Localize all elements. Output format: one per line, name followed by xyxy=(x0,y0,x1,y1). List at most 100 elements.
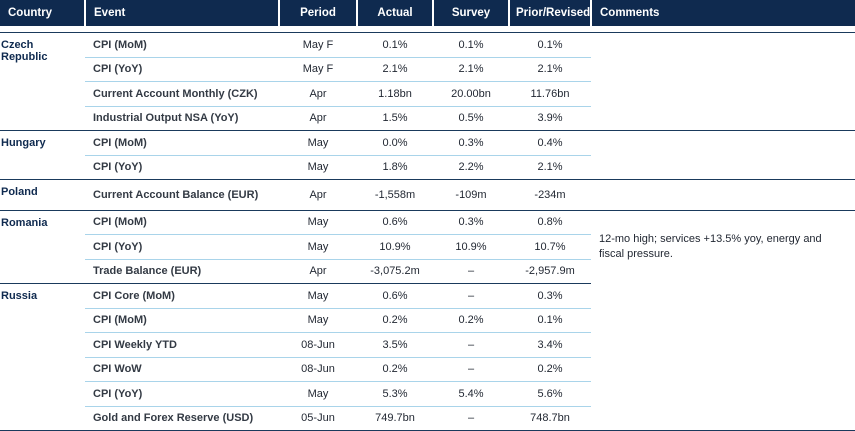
economic-calendar-table: Country Event Period Actual Survey Prior… xyxy=(0,0,855,431)
comment-cell xyxy=(591,82,855,107)
event-cell: Industrial Output NSA (YoY) xyxy=(85,106,279,131)
actual-cell: 1.18bn xyxy=(357,81,433,107)
comment-cell xyxy=(591,33,855,58)
header-row: Country Event Period Actual Survey Prior… xyxy=(0,0,855,26)
comment-cell: 12-mo high; services +13.5% yoy, energy … xyxy=(599,233,822,260)
event-cell: Trade Balance (EUR) xyxy=(85,259,279,284)
survey-cell: 10.9% xyxy=(433,234,509,260)
comment-cell xyxy=(591,106,855,131)
period-cell: May xyxy=(279,210,357,235)
header-country: Country xyxy=(0,0,86,26)
survey-cell: – xyxy=(433,283,509,309)
table-row: Russia CPI Core (MoM) May 0.6% –0.3% xyxy=(0,283,855,431)
table-row: Poland Current Account Balance (EUR) Apr -1… xyxy=(0,179,855,211)
table-row: Gold and Forex Reserve (USD) 05-Jun 749.7b… xyxy=(0,406,855,431)
actual-cell: 3.5% xyxy=(357,332,433,358)
header-survey: Survey xyxy=(433,0,510,26)
actual-cell: -3,075.2m xyxy=(357,259,433,284)
prior-revised-cell: 2.1% xyxy=(509,57,591,82)
event-cell: CPI (YoY) xyxy=(85,57,279,82)
actual-cell: 10.9% xyxy=(357,234,433,260)
period-cell: May xyxy=(279,283,357,309)
country-cell: Hungary xyxy=(0,130,85,180)
prior-revised-cell: -234m xyxy=(509,179,591,211)
prior-revised-cell: 5.6% xyxy=(509,381,591,407)
comment-cell xyxy=(591,284,855,309)
event-cell: CPI (MoM) xyxy=(85,210,279,235)
survey-cell: – xyxy=(433,357,509,382)
period-cell: 08-Jun xyxy=(279,357,357,382)
survey-cell: 0.3% xyxy=(433,210,509,235)
period-cell: May xyxy=(279,308,357,333)
event-cell: Gold and Forex Reserve (USD) xyxy=(85,406,279,431)
survey-cell: – xyxy=(433,406,509,431)
table-body: Czech Republic CPI (MoM) May F 0.1% 0.1% 0.1%… xyxy=(0,26,855,431)
actual-cell: 2.1% xyxy=(357,57,433,82)
event-cell: CPI (YoY) xyxy=(85,381,279,407)
survey-cell: – xyxy=(433,259,509,284)
event-cell: CPI (YoY) xyxy=(85,155,279,180)
actual-cell: 749.7bn xyxy=(357,406,433,431)
prior-revised-cell: 0.3% xyxy=(509,283,591,309)
prior-revised-cell: 0.1% xyxy=(509,308,591,333)
table-row: CPI (YoY) May F 2.1% 2.1% 2.1% xyxy=(0,57,855,82)
event-cell: CPI (MoM) xyxy=(85,308,279,333)
survey-cell: 0.2% xyxy=(433,308,509,333)
comment-cell xyxy=(591,131,855,156)
prior-revised-cell: 2.1% xyxy=(509,155,591,180)
table-row: Czech Republic CPI (MoM) May F 0.1% 0.1% 0.1% xyxy=(0,32,855,131)
prior-revised-cell: 748.7bn xyxy=(509,406,591,431)
period-cell: May xyxy=(279,381,357,407)
table-row: Hungary CPI (MoM) May 0.0% 0.3% 0.4% xyxy=(0,130,855,180)
comment-cell xyxy=(591,406,855,431)
country-cell: Russia xyxy=(0,283,85,431)
table-row: Industrial Output NSA (YoY) Apr 1.5% 0.5% 3.… xyxy=(0,106,855,131)
actual-cell: 0.2% xyxy=(357,308,433,333)
survey-cell: – xyxy=(433,332,509,358)
header-period: Period xyxy=(279,0,358,26)
period-cell: Apr xyxy=(279,81,357,107)
survey-cell: -109m xyxy=(433,179,509,211)
survey-cell: 0.1% xyxy=(433,32,509,58)
table-row: CPI Weekly YTD 08-Jun 3.5% –3.4% xyxy=(0,332,855,358)
event-cell: CPI Weekly YTD xyxy=(85,332,279,358)
header-event: Event xyxy=(85,0,280,26)
period-cell: May xyxy=(279,234,357,260)
prior-revised-cell: 0.2% xyxy=(509,357,591,382)
table-row: Current Account Monthly (CZK) Apr 1.18bn 20… xyxy=(0,81,855,107)
event-cell: CPI WoW xyxy=(85,357,279,382)
actual-cell: 1.5% xyxy=(357,106,433,131)
survey-cell: 5.4% xyxy=(433,381,509,407)
prior-revised-cell: 0.8% xyxy=(509,210,591,235)
event-cell: CPI (YoY) xyxy=(85,234,279,260)
table-row: CPI (YoY) May 1.8% 2.2% 2.1% xyxy=(0,155,855,180)
event-cell: CPI Core (MoM) xyxy=(85,283,279,309)
country-cell: Czech Republic xyxy=(0,32,85,131)
prior-revised-cell: 10.7% xyxy=(509,234,591,260)
actual-cell: 0.6% xyxy=(357,210,433,235)
comment-cell xyxy=(591,179,855,211)
prior-revised-cell: 3.4% xyxy=(509,332,591,358)
comment-cell xyxy=(591,57,855,82)
comment-cell xyxy=(591,357,855,382)
table-row: CPI (YoY) May 5.3% 5.4% 5.6% xyxy=(0,381,855,407)
actual-cell: 0.2% xyxy=(357,357,433,382)
period-cell: May xyxy=(279,130,357,156)
actual-cell: -1,558m xyxy=(357,179,433,211)
country-cell: Poland xyxy=(0,179,85,211)
actual-cell: 0.1% xyxy=(357,32,433,58)
table-row: CPI (MoM) May 0.2% 0.2% 0.1% xyxy=(0,308,855,333)
period-cell: Apr xyxy=(279,106,357,131)
survey-cell: 0.3% xyxy=(433,130,509,156)
prior-revised-cell: -2,957.9m xyxy=(509,259,591,284)
survey-cell: 2.1% xyxy=(433,57,509,82)
event-cell: Current Account Monthly (CZK) xyxy=(85,81,279,107)
period-cell: Apr xyxy=(279,179,357,211)
comment-cell xyxy=(591,155,855,180)
actual-cell: 5.3% xyxy=(357,381,433,407)
actual-cell: 1.8% xyxy=(357,155,433,180)
prior-revised-cell: 11.76bn xyxy=(509,81,591,107)
prior-revised-cell: 0.1% xyxy=(509,32,591,58)
period-cell: May F xyxy=(279,57,357,82)
header-prior-revised: Prior/Revised xyxy=(509,0,592,26)
